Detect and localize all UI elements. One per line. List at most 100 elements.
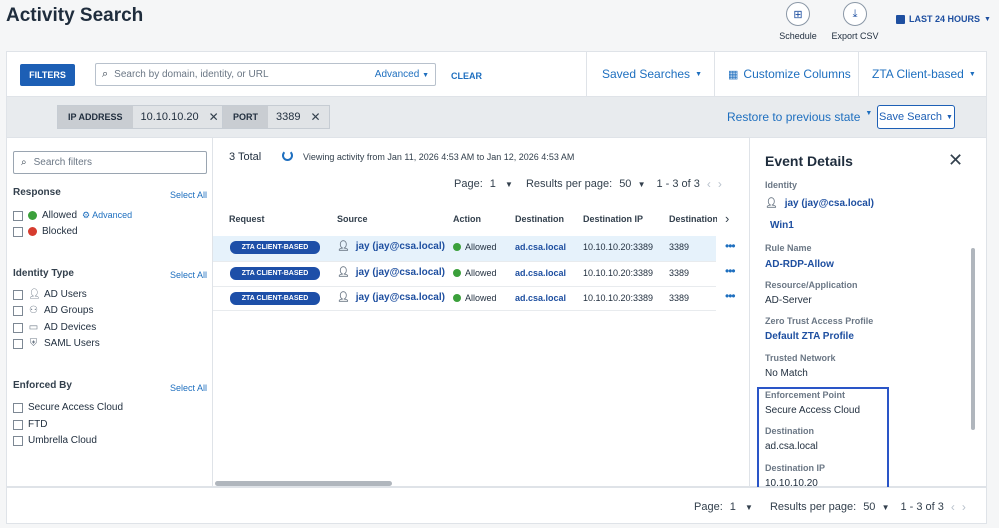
request-badge: ZTA CLIENT-BASED — [230, 241, 320, 254]
prev-page-icon[interactable]: ‹ — [707, 177, 711, 191]
table-row[interactable]: ZTA CLIENT-BASED 👤︎ jay (jay@csa.local) A… — [213, 286, 716, 311]
close-icon[interactable]: ✕ — [311, 110, 321, 124]
results-per-page-select[interactable]: 50 ▼ — [863, 501, 889, 513]
export-csv-label: Export CSV — [831, 31, 879, 41]
page-select[interactable]: 1 ▼ — [490, 178, 513, 190]
destination-cell: ad.csa.local — [515, 242, 567, 252]
allowed-icon — [28, 211, 37, 220]
checkbox-allowed[interactable]: Allowed ⚙ Advanced — [13, 210, 132, 221]
select-all-identity[interactable]: Select All — [170, 270, 207, 280]
checkbox-ad-users[interactable]: 👤︎ AD Users — [13, 289, 87, 300]
destination-value: ad.csa.local — [765, 441, 818, 452]
advanced-link[interactable]: ⚙ Advanced — [82, 210, 132, 221]
schedule-label: Schedule — [779, 31, 817, 41]
clear-button[interactable]: CLEAR — [451, 71, 482, 81]
enforced-by-title: Enforced By — [13, 380, 72, 391]
chevron-right-icon[interactable]: › — [725, 211, 729, 226]
port-cell: 3389 — [669, 268, 690, 278]
schedule-icon: ⊞ — [786, 2, 810, 26]
restore-previous-state[interactable]: Restore to previous state ▼ — [727, 110, 872, 124]
source-cell: 👤︎ jay (jay@csa.local) — [337, 241, 445, 252]
saved-searches-dropdown[interactable]: Saved Searches ▼ — [602, 67, 702, 81]
save-search-button[interactable]: Save Search ▼ — [877, 105, 955, 129]
customize-columns-button[interactable]: ▦ Customize Columns — [728, 67, 851, 81]
user-icon: 👤︎ — [28, 289, 41, 300]
schedule-button[interactable]: ⊞ Schedule — [768, 2, 828, 41]
caret-down-icon: ▼ — [422, 72, 429, 79]
search-filters-input[interactable]: ⌕ Search filters — [13, 151, 207, 174]
row-more-icon[interactable]: ••• — [725, 289, 736, 303]
destination-cell: ad.csa.local — [515, 293, 567, 303]
calendar-icon — [896, 14, 905, 24]
search-input[interactable]: ⌕ Search by domain, identity, or URL Adv… — [95, 63, 436, 86]
next-page-icon[interactable]: › — [718, 177, 722, 191]
identity-value[interactable]: 👤︎ jay (jay@csa.local) — [765, 198, 874, 209]
identity-device[interactable]: Win1 — [770, 220, 794, 231]
refresh-icon[interactable] — [282, 150, 293, 161]
zta-filter-dropdown[interactable]: ZTA Client-based ▼ — [872, 67, 976, 81]
page-select[interactable]: 1 ▼ — [730, 501, 753, 513]
checkbox-secure-access-cloud[interactable]: Secure Access Cloud — [13, 402, 123, 413]
col-request[interactable]: Request — [229, 214, 265, 224]
divider — [714, 52, 715, 96]
select-all-response[interactable]: Select All — [170, 190, 207, 200]
filter-chip-ip: IP ADDRESS 10.10.10.20 ✕ — [57, 105, 228, 129]
next-page-icon[interactable]: › — [962, 500, 966, 514]
checkbox-umbrella-cloud[interactable]: Umbrella Cloud — [13, 435, 97, 446]
select-all-enforced[interactable]: Select All — [170, 383, 207, 393]
rule-name-value[interactable]: AD-RDP-Allow — [765, 259, 834, 270]
row-more-icon[interactable]: ••• — [725, 264, 736, 278]
results-per-page-select[interactable]: 50 ▼ — [619, 178, 645, 190]
trusted-network-label: Trusted Network — [765, 353, 836, 363]
checkbox[interactable] — [13, 226, 23, 237]
export-csv-button[interactable]: ⤓ Export CSV — [825, 2, 885, 41]
monitor-icon: ▭ — [28, 322, 39, 333]
caret-down-icon: ▼ — [865, 110, 873, 117]
row-more-icon[interactable]: ••• — [725, 239, 736, 253]
checkbox-ftd[interactable]: FTD — [13, 419, 47, 430]
caret-down-icon: ▼ — [946, 113, 953, 121]
top-pagination: Page: 1 ▼ Results per page: 50 ▼ 1 - 3 o… — [454, 177, 722, 191]
time-range-label: LAST 24 HOURS — [909, 14, 981, 24]
col-destination-ip[interactable]: Destination IP — [583, 214, 643, 224]
vertical-scrollbar[interactable] — [971, 248, 975, 430]
destination-cell: ad.csa.local — [515, 268, 567, 278]
close-icon[interactable]: ✕ — [948, 150, 963, 171]
prev-page-icon[interactable]: ‹ — [951, 500, 955, 514]
destination-label: Destination — [765, 426, 815, 436]
checkbox-saml-users[interactable]: ⛨ SAML Users — [13, 338, 100, 349]
enforcement-point-value: Secure Access Cloud — [765, 405, 861, 416]
col-action[interactable]: Action — [453, 214, 481, 224]
table-row[interactable]: ZTA CLIENT-BASED 👤︎ jay (jay@csa.local) A… — [213, 261, 716, 286]
checkbox-ad-devices[interactable]: ▭ AD Devices — [13, 322, 96, 333]
rule-name-label: Rule Name — [765, 243, 812, 253]
advanced-search-toggle[interactable]: Advanced ▼ — [375, 69, 429, 80]
filters-button[interactable]: FILTERS — [20, 64, 75, 86]
shield-icon: ⛨ — [29, 338, 38, 349]
source-cell: 👤︎ jay (jay@csa.local) — [337, 267, 445, 278]
time-range-selector[interactable]: LAST 24 HOURS ▼ — [896, 14, 991, 24]
group-icon: ⚇ — [29, 305, 38, 316]
chip-value: 3389 — [276, 111, 301, 123]
filter-bar: FILTERS ⌕ Search by domain, identity, or… — [6, 51, 987, 97]
checkbox-ad-groups[interactable]: ⚇ AD Groups — [13, 305, 93, 316]
allowed-icon — [453, 243, 461, 251]
user-icon: 👤︎ — [765, 198, 778, 209]
user-icon: 👤︎ — [337, 241, 350, 252]
col-source[interactable]: Source — [337, 214, 368, 224]
checkbox-blocked[interactable]: Blocked — [13, 226, 78, 237]
table-row[interactable]: ZTA CLIENT-BASED 👤︎ jay (jay@csa.local) A… — [213, 236, 716, 261]
caret-down-icon: ▼ — [637, 180, 646, 189]
col-destination[interactable]: Destination — [515, 214, 564, 224]
chip-key: IP ADDRESS — [58, 106, 133, 128]
columns-icon: ▦ — [728, 68, 739, 81]
checkbox[interactable] — [13, 210, 23, 221]
col-destination-port[interactable]: Destination Po — [669, 214, 717, 224]
allowed-icon — [453, 294, 461, 302]
response-title: Response — [13, 187, 61, 198]
close-icon[interactable]: ✕ — [209, 110, 219, 124]
horizontal-scrollbar[interactable] — [215, 481, 392, 486]
blocked-icon — [28, 227, 37, 236]
zta-profile-value[interactable]: Default ZTA Profile — [765, 331, 854, 342]
resource-value: AD-Server — [765, 295, 812, 306]
